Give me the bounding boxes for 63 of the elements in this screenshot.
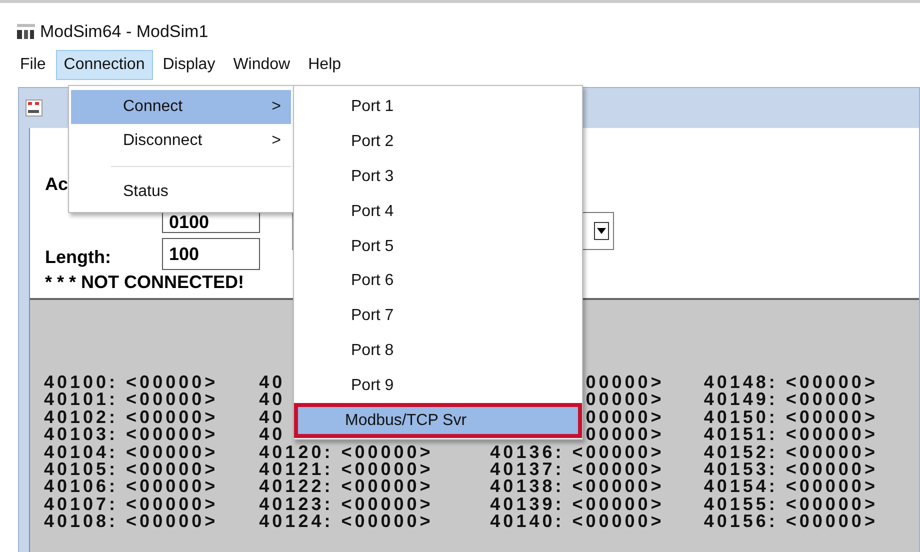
menu-item[interactable]: Help [300,50,350,80]
register-value: 40154: <00000> [704,478,878,496]
register-value: 40150: <00000> [704,408,878,426]
register-value: 40120: <00000> [259,444,434,462]
register-value: 40138: <00000> [489,478,664,496]
menu-item[interactable]: Window [225,50,298,80]
menu-item[interactable]: Modbus/TCP Svr [294,403,582,438]
register-value: 40 [259,374,286,392]
register-value: 40101: <00000> [44,391,218,409]
register-value: 40103: <00000> [44,426,218,444]
menu-item[interactable]: Port 5 [297,229,579,264]
register-value: 40107: <00000> [44,496,218,514]
register-value: 40108: <00000> [44,513,218,531]
register-value: 40156: <00000> [704,513,878,531]
register-value: 40102: <00000> [44,408,218,426]
app-icon [16,22,36,42]
register-value: 40121: <00000> [259,461,434,478]
register-value: 40 [259,391,286,409]
menu-item[interactable]: File [12,50,54,80]
register-value: 40137: <00000> [489,461,664,478]
menu-item[interactable]: Port 3 [297,160,579,194]
menu-item[interactable]: Port 9 [297,368,579,404]
document-icon [25,99,43,117]
submenu-arrow: > [272,132,281,150]
status-message: * * * NOT CONNECTED! [45,272,244,292]
menu-item[interactable]: Port 2 [297,124,579,160]
menu-item[interactable]: Port 7 [297,298,579,334]
register-value: 00000> [584,391,664,409]
register-value: 40136: <00000> [489,444,664,462]
register-value: 00000> [584,426,664,444]
register-value: 40140: <00000> [489,513,664,531]
register-value: 40122: <00000> [259,478,434,496]
submenu-arrow: > [272,98,281,116]
menu-item[interactable]: Disconnect > [71,124,291,158]
register-value: 40155: <00000> [704,496,878,514]
menu-item[interactable]: Port 1 [297,90,579,125]
menu-item[interactable]: Port 8 [297,334,579,368]
register-value: 40153: <00000> [704,461,878,478]
register-value: 40106: <00000> [44,478,218,496]
register-value: 00000> [584,374,664,392]
menu-item[interactable]: Display [154,50,224,80]
register-value: 40139: <00000> [489,496,664,514]
menu-item[interactable]: Status [71,175,291,209]
register-value: 40123: <00000> [259,496,434,514]
register-value: 40149: <00000> [704,391,878,409]
menu-item[interactable]: Port 4 [297,194,579,230]
field-label: Length: [45,247,111,269]
register-value: 40 [259,408,286,426]
register-value: 40124: <00000> [259,513,434,531]
register-value: 00000> [584,408,664,426]
register-value: 40148: <00000> [704,374,878,392]
window-title: ModSim64 - ModSim1 [40,22,208,42]
register-value: 40151: <00000> [704,426,878,444]
field-label: Ac [45,173,68,196]
register-value: 40 [259,426,286,444]
menu-item[interactable]: Connect > [71,90,291,124]
menu-item[interactable]: Port 6 [297,264,579,299]
menu-item[interactable]: Connection [56,50,153,80]
register-value: 40152: <00000> [704,444,878,462]
length-field[interactable]: 100 [162,238,260,270]
register-value: 40104: <00000> [44,444,218,462]
register-value: 40105: <00000> [44,461,218,478]
register-value: 40100: <00000> [44,374,218,392]
